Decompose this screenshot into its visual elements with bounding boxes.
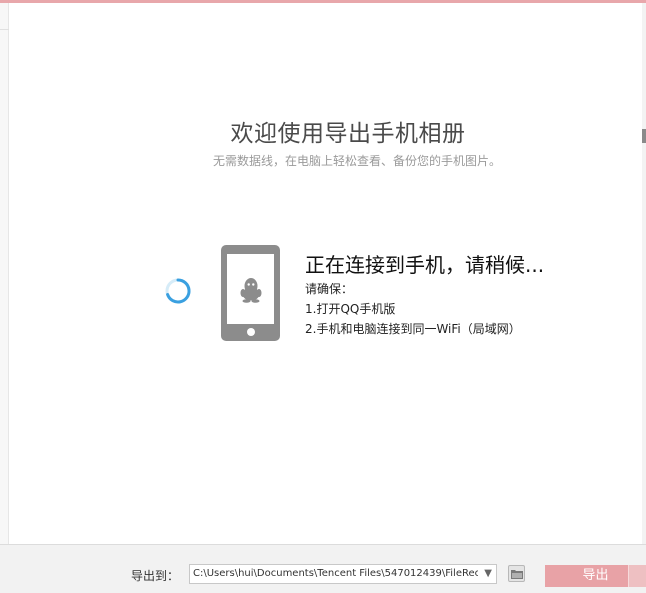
phone-icon <box>221 245 280 341</box>
phone-home-button <box>247 328 255 336</box>
ensure-label: 请确保： <box>305 282 354 296</box>
left-sidebar-edge <box>0 3 9 544</box>
top-accent-bar <box>0 0 646 3</box>
export-path-value: C:\Users\hui\Documents\Tencent Files\547… <box>193 568 478 579</box>
export-to-label: 导出到： <box>131 569 180 583</box>
qq-penguin-icon <box>240 278 262 303</box>
instruction-step: 1.打开QQ手机版 <box>305 302 396 316</box>
export-path-select[interactable]: C:\Users\hui\Documents\Tencent Files\547… <box>189 564 497 584</box>
instruction-step: 2.手机和电脑连接到同一WiFi（局域网） <box>305 322 521 336</box>
export-dropdown-toggle[interactable] <box>628 565 646 587</box>
export-button[interactable]: 导出 <box>545 565 646 587</box>
export-button-label: 导出 <box>582 568 609 583</box>
scrollbar[interactable] <box>642 3 646 544</box>
phone-screen <box>227 254 274 324</box>
instructions: 请确保： 1.打开QQ手机版 2.手机和电脑连接到同一WiFi（局域网） <box>305 279 521 339</box>
spinner-icon <box>164 277 192 305</box>
footer-bar: 导出到： C:\Users\hui\Documents\Tencent File… <box>0 544 646 593</box>
sidebar-divider <box>0 29 9 30</box>
connecting-status: 正在连接到手机，请稍候... <box>305 253 545 277</box>
folder-icon <box>511 570 523 579</box>
page-title: 欢迎使用导出手机相册 <box>230 121 466 147</box>
page-subtitle: 无需数据线，在电脑上轻松查看、备份您的手机图片。 <box>212 154 501 168</box>
browse-folder-button[interactable] <box>508 565 525 582</box>
dropdown-arrow-icon[interactable]: ▼ <box>484 568 492 579</box>
